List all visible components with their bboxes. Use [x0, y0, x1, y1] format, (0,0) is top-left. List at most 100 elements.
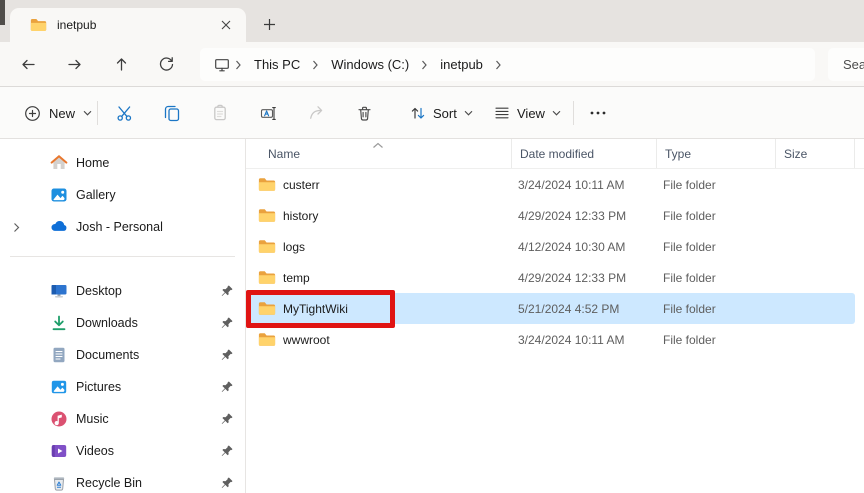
column-header-date-modified[interactable]: Date modified	[512, 139, 657, 168]
tab-close-button[interactable]	[214, 13, 238, 37]
search-input[interactable]: Sea	[828, 48, 864, 81]
file-row[interactable]: custerr 3/24/2024 10:11 AM File folder	[248, 169, 855, 200]
sidebar-item-documents[interactable]: Documents	[4, 340, 240, 370]
breadcrumb-windows-c[interactable]: Windows (C:)	[322, 54, 418, 75]
this-pc-icon	[214, 57, 230, 73]
onedrive-icon	[50, 218, 68, 236]
column-header-size[interactable]: Size	[776, 139, 855, 168]
sidebar-item-label: Home	[76, 156, 109, 170]
file-date-modified: 4/29/2024 12:33 PM	[512, 271, 657, 285]
toolbar-divider	[573, 101, 574, 125]
copy-button[interactable]	[152, 97, 192, 129]
chevron-down-icon	[552, 110, 561, 116]
pictures-icon	[50, 378, 68, 396]
chevron-down-icon	[464, 110, 473, 116]
sidebar-item-music[interactable]: Music	[4, 404, 240, 434]
up-button[interactable]	[105, 49, 137, 79]
search-text: Sea	[843, 57, 864, 72]
plus-circle-icon	[24, 105, 41, 122]
explorer-tab[interactable]: inetpub	[10, 8, 246, 42]
file-list-pane: Name Date modified Type Size custerr 3/2…	[246, 139, 864, 493]
sidebar-item-label: Music	[76, 412, 109, 426]
pin-icon[interactable]	[220, 316, 234, 330]
folder-icon	[258, 270, 276, 285]
cut-icon	[116, 105, 133, 122]
sidebar-item-pictures[interactable]: Pictures	[4, 372, 240, 402]
tab-title: inetpub	[57, 18, 214, 32]
rename-button[interactable]	[248, 97, 288, 129]
file-type: File folder	[657, 178, 776, 192]
folder-icon	[258, 239, 276, 254]
view-button[interactable]: View	[484, 97, 571, 129]
rename-icon	[260, 105, 277, 122]
pin-icon[interactable]	[220, 284, 234, 298]
new-button[interactable]: New	[14, 97, 102, 129]
sidebar-item-onedrive-personal[interactable]: Josh - Personal	[4, 212, 240, 242]
file-row[interactable]: logs 4/12/2024 10:30 AM File folder	[248, 231, 855, 262]
pin-icon[interactable]	[220, 476, 234, 490]
file-name-cell: wwwroot	[248, 332, 512, 347]
column-headers: Name Date modified Type Size	[246, 139, 864, 169]
copy-icon	[163, 104, 181, 122]
address-bar[interactable]: This PC Windows (C:) inetpub	[200, 48, 815, 81]
sort-button-label: Sort	[433, 106, 457, 121]
recycle-bin-icon	[50, 474, 68, 492]
sidebar-item-recycle-bin[interactable]: Recycle Bin	[4, 468, 240, 493]
pin-icon[interactable]	[220, 444, 234, 458]
back-button[interactable]	[12, 49, 44, 79]
file-row[interactable]: wwwroot 3/24/2024 10:11 AM File folder	[248, 324, 855, 355]
sidebar-item-label: Josh - Personal	[76, 220, 163, 234]
chevron-right-icon	[13, 222, 20, 233]
sidebar-item-desktop[interactable]: Desktop	[4, 276, 240, 306]
sidebar-item-downloads[interactable]: Downloads	[4, 308, 240, 338]
home-icon	[50, 154, 68, 172]
sidebar-item-label: Desktop	[76, 284, 122, 298]
file-row[interactable]: MyTightWiki 5/21/2024 4:52 PM File folde…	[248, 293, 855, 324]
file-name-cell: logs	[248, 239, 512, 254]
column-header-type[interactable]: Type	[657, 139, 776, 168]
pin-icon[interactable]	[220, 380, 234, 394]
paste-button[interactable]	[200, 97, 240, 129]
sidebar-item-label: Documents	[76, 348, 139, 362]
file-name: custerr	[283, 178, 320, 192]
file-type: File folder	[657, 302, 776, 316]
ellipsis-icon	[590, 111, 606, 115]
breadcrumb-inetpub[interactable]: inetpub	[431, 54, 492, 75]
breadcrumb-this-pc[interactable]: This PC	[245, 54, 309, 75]
sort-button[interactable]: Sort	[400, 97, 483, 129]
chevron-down-icon	[83, 110, 92, 116]
new-tab-button[interactable]	[256, 11, 282, 37]
column-header-name[interactable]: Name	[246, 139, 512, 168]
sidebar-item-videos[interactable]: Videos	[4, 436, 240, 466]
cut-button[interactable]	[104, 97, 144, 129]
window-corner	[0, 0, 5, 25]
plus-icon	[263, 18, 276, 31]
breadcrumb-chevron	[492, 60, 505, 70]
file-row[interactable]: history 4/29/2024 12:33 PM File folder	[248, 200, 855, 231]
breadcrumb-chevron	[232, 60, 245, 70]
pin-icon[interactable]	[220, 412, 234, 426]
refresh-button[interactable]	[150, 49, 182, 79]
sidebar-item-gallery[interactable]: Gallery	[4, 180, 240, 210]
videos-icon	[50, 442, 68, 460]
forward-button[interactable]	[58, 49, 90, 79]
sort-icon	[410, 105, 426, 121]
breadcrumb-chevron	[418, 60, 431, 70]
file-name-cell: history	[248, 208, 512, 223]
view-button-label: View	[517, 106, 545, 121]
close-icon	[221, 20, 231, 30]
delete-button[interactable]	[344, 97, 384, 129]
file-name-cell: temp	[248, 270, 512, 285]
share-icon	[307, 104, 325, 122]
file-name: MyTightWiki	[283, 302, 348, 316]
share-button[interactable]	[296, 97, 336, 129]
breadcrumb-chevron	[309, 60, 322, 70]
folder-icon	[258, 301, 276, 316]
sidebar-item-home[interactable]: Home	[4, 148, 240, 178]
pin-icon[interactable]	[220, 348, 234, 362]
file-row[interactable]: temp 4/29/2024 12:33 PM File folder	[248, 262, 855, 293]
documents-icon	[50, 346, 68, 364]
file-date-modified: 4/12/2024 10:30 AM	[512, 240, 657, 254]
more-options-button[interactable]	[581, 97, 615, 129]
file-date-modified: 3/24/2024 10:11 AM	[512, 178, 657, 192]
